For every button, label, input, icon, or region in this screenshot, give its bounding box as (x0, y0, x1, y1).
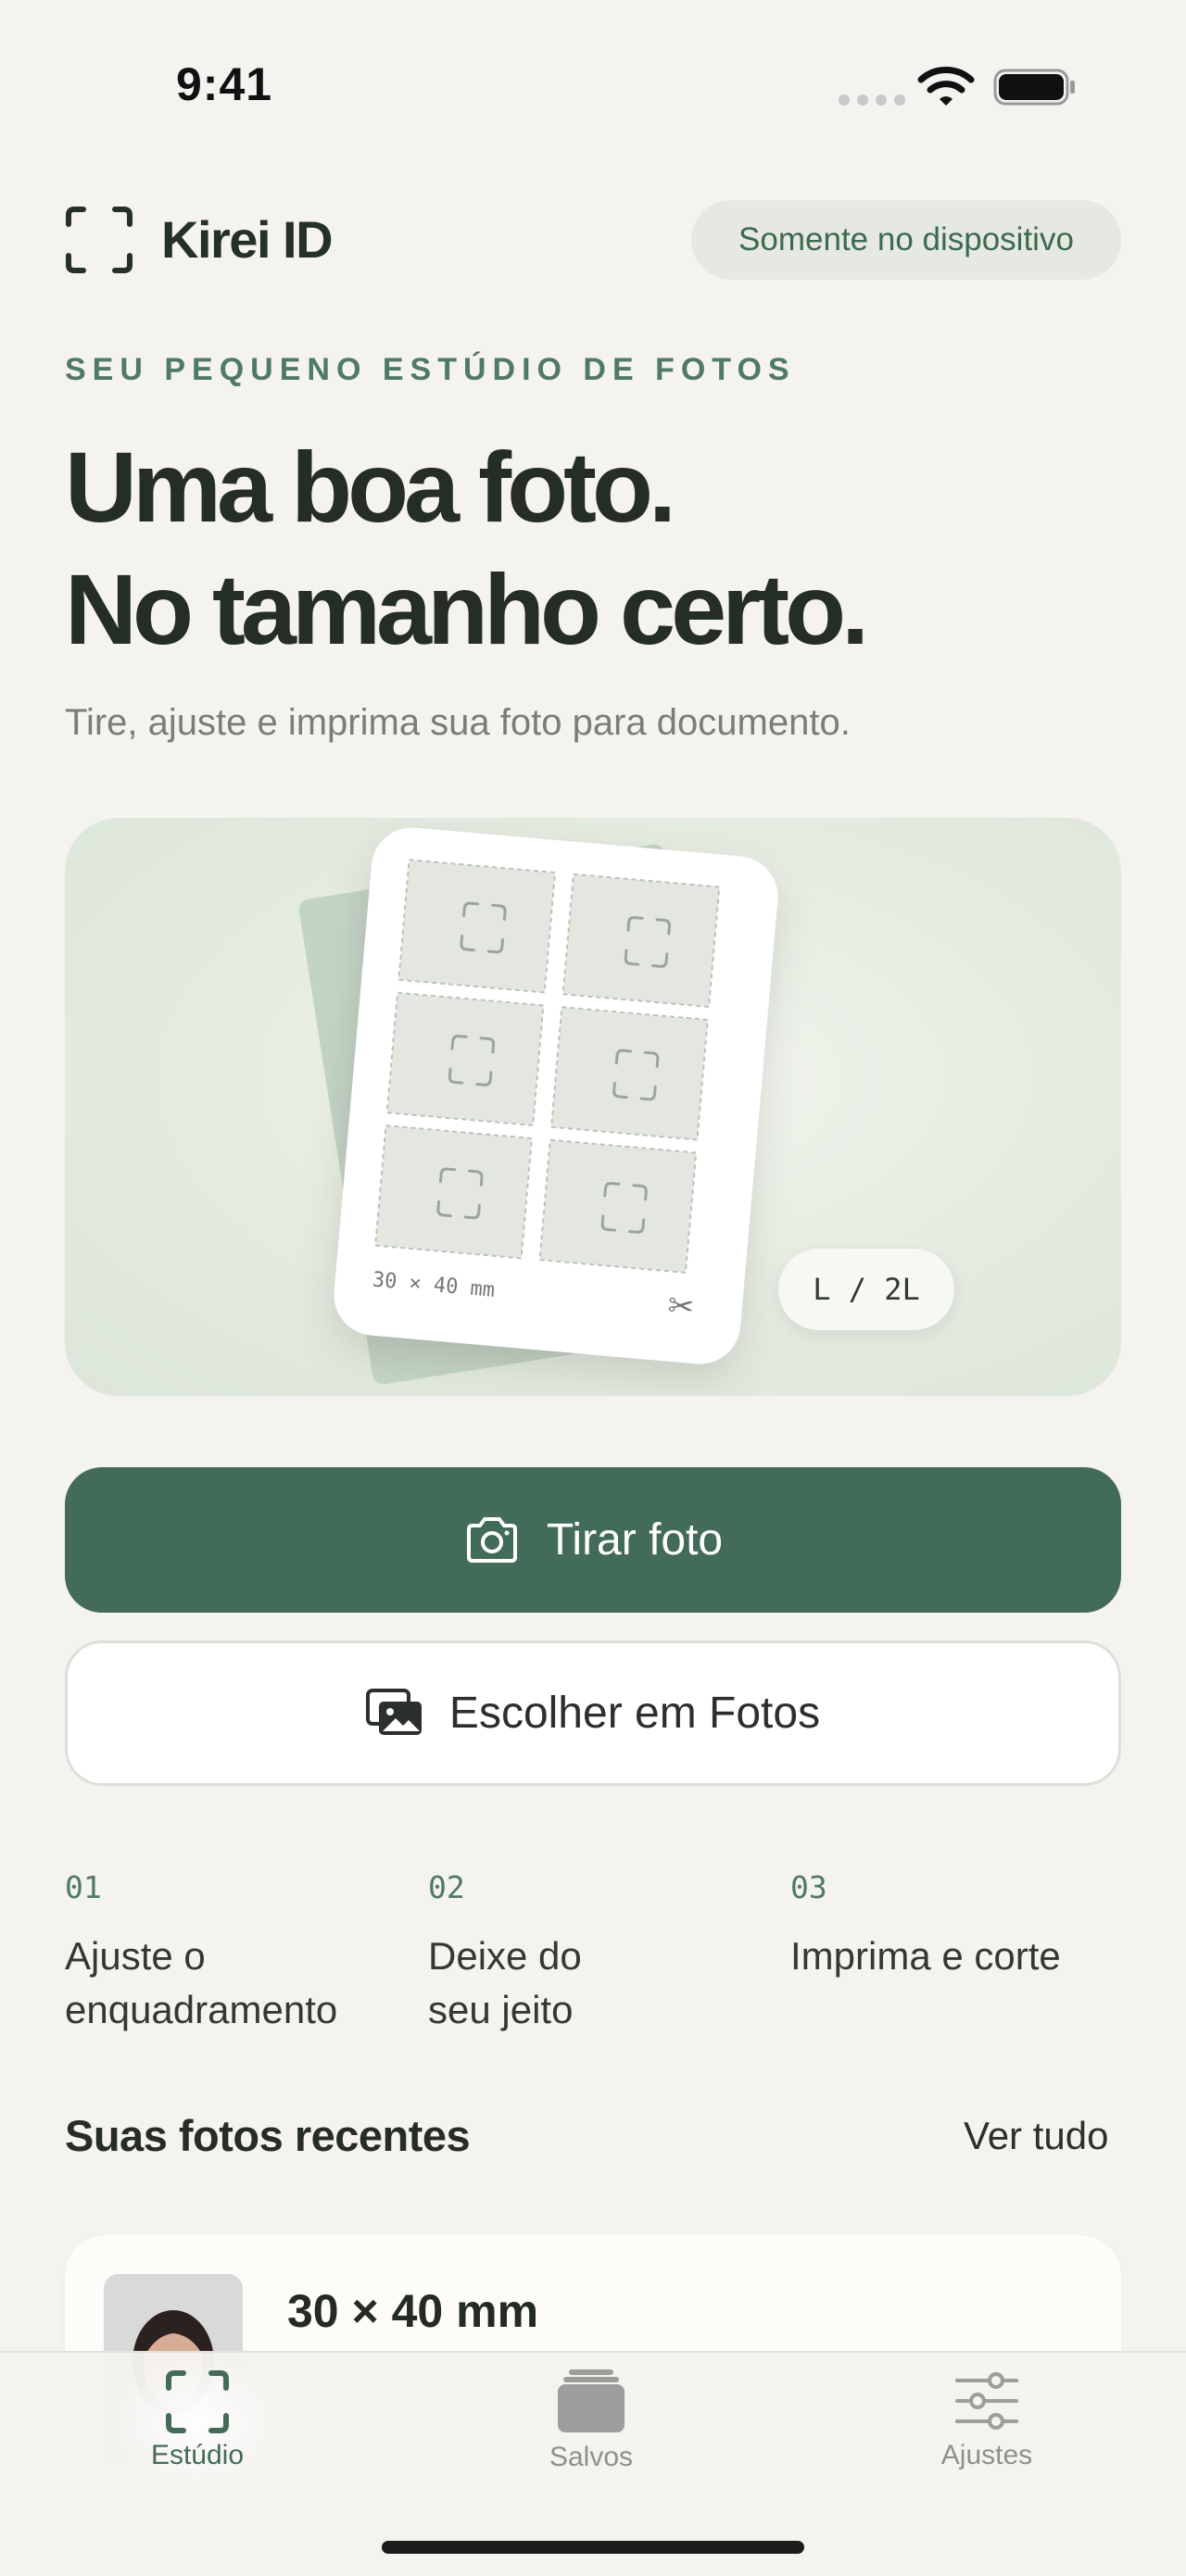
sliders-icon (955, 2372, 1018, 2430)
step-text: Imprima e corte (790, 1929, 1061, 1983)
eyebrow-label: SEU PEQUENO ESTÚDIO DE FOTOS (65, 352, 796, 387)
take-photo-button[interactable]: Tirar foto (65, 1467, 1121, 1613)
recent-photo-size: 30 × 40 mm (287, 2285, 539, 2337)
step-number: 03 (790, 1869, 827, 1905)
home-indicator (382, 2541, 804, 2554)
headline-line-2: No tamanho certo. (65, 553, 869, 665)
choose-from-photos-button[interactable]: Escolher em Fotos (65, 1640, 1121, 1786)
step-text-line: seu jeito (428, 1988, 574, 2031)
step-3: 03 Imprima e corte (790, 1869, 1061, 1983)
photo-library-icon (365, 1688, 422, 1735)
frame-icon (166, 2370, 229, 2433)
step-text: Ajuste o enquadramento (65, 1929, 337, 2037)
choose-photos-label: Escolher em Fotos (448, 1689, 821, 1738)
step-2: 02 Deixe do seu jeito (428, 1869, 582, 2037)
on-device-badge[interactable]: Somente no dispositivo (691, 200, 1121, 280)
tab-label: Salvos (549, 2442, 634, 2472)
step-text-line: enquadramento (65, 1988, 338, 2031)
tab-saved[interactable]: Salvos (452, 2362, 730, 2473)
logo-frame-icon (66, 207, 132, 273)
status-time: 9:41 (176, 58, 273, 110)
tab-label: Ajustes (940, 2440, 1033, 2470)
step-text-line: Deixe do (428, 1934, 582, 1978)
step-text-line: Ajuste o (65, 1934, 206, 1978)
take-photo-label: Tirar foto (546, 1515, 724, 1564)
recent-photos-title: Suas fotos recentes (65, 2111, 471, 2160)
page-subtitle: Tire, ajuste e imprima sua foto para doc… (65, 702, 851, 743)
tab-label: Estúdio (150, 2440, 245, 2470)
paper-size-pill: L / 2L (778, 1249, 954, 1330)
step-1: 01 Ajuste o enquadramento (65, 1869, 337, 2037)
step-text: Deixe do seu jeito (428, 1929, 582, 2037)
step-text-line: Imprima e corte (790, 1934, 1061, 1978)
headline-line-1: Uma boa foto. (65, 431, 676, 543)
step-number: 02 (428, 1869, 465, 1905)
scissors-icon: ✂ (666, 1287, 696, 1326)
hero-illustration: 30 × 40 mm ✂ (65, 818, 1121, 1396)
page-title: Uma boa foto. No tamanho certo. (65, 426, 869, 671)
stack-icon (558, 2369, 625, 2432)
step-number: 01 (65, 1869, 102, 1905)
camera-icon (466, 1516, 517, 1563)
app-name: Kirei ID (161, 210, 334, 269)
signal-icon (839, 94, 905, 106)
tab-settings[interactable]: Ajustes (848, 2362, 1126, 2471)
see-all-link[interactable]: Ver tudo (964, 2114, 1108, 2158)
tab-studio[interactable]: Estúdio (58, 2353, 336, 2492)
photo-sheet-illustration: 30 × 40 mm ✂ (298, 827, 778, 1385)
wifi-icon (917, 67, 975, 106)
battery-icon (993, 69, 1075, 106)
